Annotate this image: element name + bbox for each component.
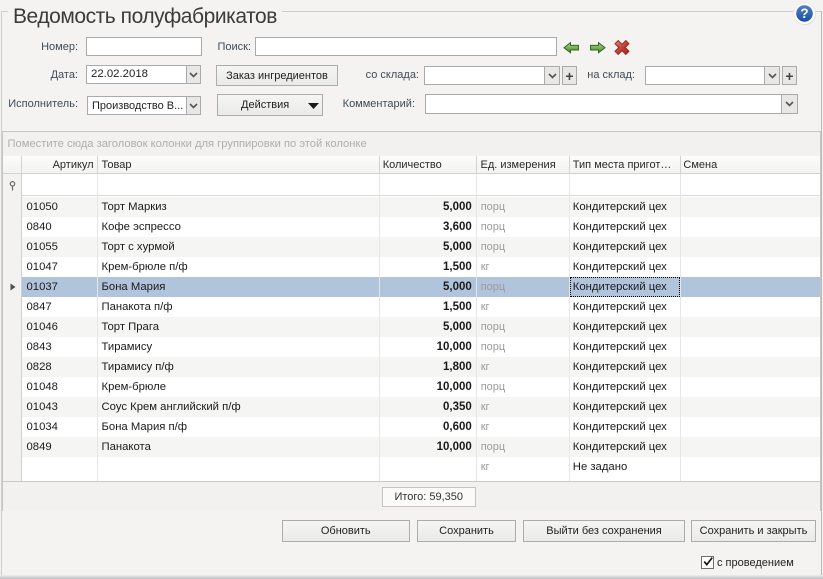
svg-text:?: ?: [800, 6, 808, 21]
